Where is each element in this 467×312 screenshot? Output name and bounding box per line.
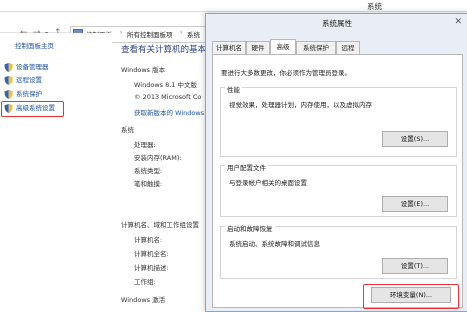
- shield-icon: [4, 62, 13, 72]
- admin-note: 要进行大多数更改，你必须作为管理员登录。: [221, 69, 351, 77]
- tab-advanced[interactable]: 高级: [270, 39, 296, 55]
- performance-group: 性能 视觉效果，处理器计划，内存使用，以及虚拟内存 设置(S)...: [220, 84, 457, 157]
- system-row-label: 处理器:: [134, 141, 156, 149]
- user-profiles-group: 用户配置文件 与登录帐户相关的桌面设置 设置(E)...: [220, 162, 457, 217]
- sidebar-item-label: 远程设置: [16, 76, 42, 84]
- new-features-link[interactable]: 获取新版本的 Windows: [134, 107, 204, 117]
- computer-row-label: 计算机全名:: [134, 250, 169, 258]
- performance-settings-button[interactable]: 设置(S)...: [382, 131, 448, 147]
- sidebar-item-label: 系统保护: [16, 90, 42, 98]
- group-description: 与登录帐户相关的桌面设置: [229, 179, 307, 187]
- breadcrumb-separator-icon: ›: [120, 29, 123, 36]
- sidebar: 控制面板主页 设备管理器 远程设置 系统保护 高级系统设置: [0, 33, 112, 310]
- breadcrumb-item[interactable]: 系统: [187, 29, 200, 39]
- system-row-label: 系统类型:: [134, 167, 163, 175]
- computer-row-label: 计算机名:: [134, 236, 163, 244]
- section-heading: Windows 激活: [121, 296, 166, 304]
- group-title: 性能: [225, 84, 242, 94]
- computer-row-label: 工作组:: [134, 278, 156, 286]
- sidebar-item-label: 设备管理器: [16, 63, 49, 71]
- shield-icon: [4, 75, 13, 85]
- computer-row-label: 计算机描述:: [134, 264, 169, 272]
- window-title: 系统: [367, 2, 382, 11]
- tab-computer-name[interactable]: 计算机名: [212, 41, 246, 54]
- window-titlebar: 系统: [0, 0, 467, 12]
- tab-remote[interactable]: 远程: [336, 41, 360, 54]
- breadcrumb-item[interactable]: 所有控制面板项: [127, 29, 173, 39]
- system-row-label: 安装内存(RAM):: [134, 154, 182, 162]
- sidebar-item-device-manager[interactable]: 设备管理器: [4, 61, 49, 73]
- page-title: 查看有关计算机的基本: [121, 45, 207, 55]
- dialog-title: 系统属性: [322, 19, 352, 28]
- startup-recovery-group: 启动和故障恢复 系统启动、系统故障和调试信息 设置(T)...: [220, 223, 457, 279]
- system-properties-dialog: 系统属性 ✕ 计算机名 硬件 高级 系统保护 远程 要进行大多数更改，你必须作为…: [205, 13, 467, 312]
- group-description: 系统启动、系统故障和调试信息: [229, 240, 320, 248]
- highlight-box: [363, 284, 459, 309]
- startup-settings-button[interactable]: 设置(T)...: [382, 258, 448, 274]
- user-profiles-settings-button[interactable]: 设置(E)...: [382, 196, 448, 212]
- copyright-text: © 2013 Microsoft Co: [134, 93, 202, 101]
- sidebar-item-home[interactable]: 控制面板主页: [15, 40, 54, 52]
- sidebar-item-protection[interactable]: 系统保护: [4, 88, 42, 100]
- group-description: 视觉效果，处理器计划，内存使用，以及虚拟内存: [229, 101, 372, 109]
- section-heading: 计算机名、域和工作组设置: [121, 221, 199, 229]
- group-title: 用户配置文件: [225, 162, 268, 172]
- highlight-box: [1, 101, 64, 117]
- tab-panel: 要进行大多数更改，你必须作为管理员登录。 性能 视觉效果，处理器计划，内存使用，…: [212, 54, 463, 309]
- tab-hardware[interactable]: 硬件: [246, 41, 270, 54]
- breadcrumb-separator-icon: ›: [180, 29, 183, 36]
- shield-icon: [4, 89, 13, 99]
- edition-value: Windows 8.1 中文版: [134, 81, 197, 89]
- section-heading: 系统: [121, 126, 134, 134]
- section-heading: Windows 版本: [121, 66, 166, 74]
- sidebar-item-remote[interactable]: 远程设置: [4, 74, 42, 86]
- system-row-label: 笔和触摸:: [134, 180, 163, 188]
- tab-system-protection[interactable]: 系统保护: [296, 41, 336, 54]
- group-title: 启动和故障恢复: [225, 223, 275, 233]
- close-icon[interactable]: ✕: [454, 17, 462, 27]
